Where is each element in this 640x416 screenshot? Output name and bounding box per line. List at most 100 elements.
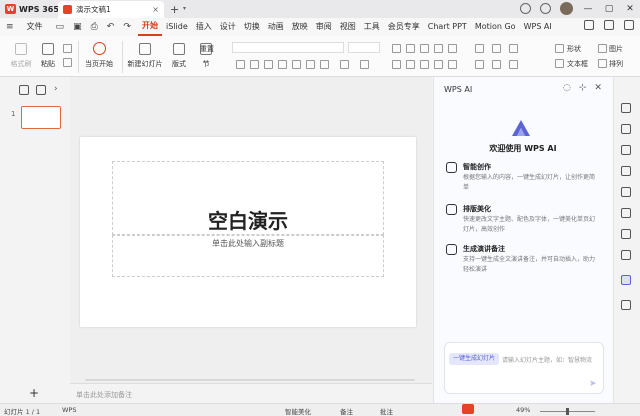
menu-animation[interactable]: 动画 bbox=[264, 19, 288, 35]
menu-icon[interactable]: ≡ bbox=[6, 22, 14, 32]
clear-format-icon[interactable] bbox=[340, 60, 349, 69]
menu-file[interactable]: 文件 bbox=[23, 19, 47, 35]
font-family-select[interactable] bbox=[232, 42, 344, 53]
new-slide-button[interactable]: 新建幻灯片 bbox=[126, 43, 164, 69]
copy-icon[interactable] bbox=[63, 58, 72, 67]
smartart-icon[interactable] bbox=[475, 60, 484, 69]
menu-member[interactable]: 会员专享 bbox=[384, 19, 424, 35]
ai-prompt-input[interactable]: 请输入幻灯片主题，如：智慧物流 bbox=[502, 355, 600, 364]
help-icon[interactable] bbox=[621, 250, 631, 260]
menu-design[interactable]: 设计 bbox=[216, 19, 240, 35]
cloud-icon[interactable] bbox=[584, 20, 594, 30]
history-icon[interactable] bbox=[520, 3, 531, 14]
text-effect-icon[interactable] bbox=[509, 60, 518, 69]
animation-icon[interactable] bbox=[621, 166, 631, 176]
skin-icon[interactable] bbox=[540, 3, 551, 14]
document-tab[interactable]: 演示文稿1 × bbox=[58, 1, 164, 18]
notes-button[interactable]: 备注 bbox=[340, 406, 353, 416]
slide-title[interactable]: 空白演示 bbox=[80, 205, 416, 234]
zoom-level[interactable]: 49% bbox=[516, 406, 530, 414]
slide-thumbnail[interactable] bbox=[21, 106, 61, 129]
italic-icon[interactable] bbox=[250, 60, 259, 69]
format-painter-button[interactable]: 格式刷 bbox=[8, 43, 34, 69]
bold-icon[interactable] bbox=[236, 60, 245, 69]
text-direction-icon[interactable] bbox=[475, 44, 484, 53]
chevron-right-icon[interactable]: › bbox=[54, 84, 58, 94]
layout-button[interactable]: 版式 bbox=[168, 43, 190, 69]
slide-subtitle[interactable]: 单击此处输入副标题 bbox=[80, 238, 416, 249]
font-size-select[interactable] bbox=[348, 42, 380, 53]
wps-ai-rail-icon[interactable] bbox=[621, 275, 631, 285]
chat-icon[interactable]: ◌ bbox=[563, 83, 571, 93]
font-color-icon[interactable] bbox=[320, 60, 329, 69]
maximize-button[interactable]: ▢ bbox=[603, 4, 615, 14]
close-icon[interactable]: ✕ bbox=[594, 83, 602, 93]
ai-prompt-box[interactable] bbox=[444, 342, 604, 394]
menu-tools[interactable]: 工具 bbox=[360, 19, 384, 35]
settings-icon[interactable] bbox=[621, 103, 631, 113]
paste-button[interactable]: 粘贴 bbox=[37, 43, 59, 69]
redo-icon[interactable]: ↷ bbox=[123, 22, 131, 32]
chevron-down-icon[interactable]: ▾ bbox=[183, 5, 186, 12]
save-icon[interactable]: ▣ bbox=[73, 22, 82, 32]
menu-home[interactable]: 开始 bbox=[138, 18, 162, 36]
horizontal-scrollbar[interactable] bbox=[85, 379, 415, 381]
outline-view-icon[interactable] bbox=[19, 85, 29, 95]
line-spacing-icon[interactable] bbox=[448, 44, 457, 53]
pin-icon[interactable]: ⊹ bbox=[579, 83, 587, 93]
translate-icon[interactable] bbox=[621, 208, 631, 218]
ai-panel-title[interactable]: WPS AI bbox=[444, 85, 472, 94]
notes-placeholder[interactable]: 单击此处添加备注 bbox=[76, 390, 132, 400]
properties-icon[interactable] bbox=[621, 145, 631, 155]
menu-insert[interactable]: 插入 bbox=[192, 19, 216, 35]
play-current-button[interactable]: 当页开始 bbox=[82, 42, 116, 69]
textbox-button[interactable]: 文本框 bbox=[567, 59, 588, 69]
slideshow-play-button[interactable] bbox=[462, 404, 474, 414]
align-text-icon[interactable] bbox=[492, 44, 501, 53]
menu-islide[interactable]: iSlide bbox=[162, 19, 192, 35]
columns-icon[interactable] bbox=[509, 44, 518, 53]
close-window-button[interactable]: ✕ bbox=[624, 4, 636, 14]
undo-icon[interactable]: ↶ bbox=[107, 22, 115, 32]
thumbnail-view-icon[interactable] bbox=[36, 85, 46, 95]
clip-icon[interactable] bbox=[621, 229, 631, 239]
align-center-icon[interactable] bbox=[406, 60, 415, 69]
generate-slides-chip[interactable]: 一键生成幻灯片 bbox=[449, 353, 500, 365]
shape-button[interactable]: 形状 bbox=[567, 44, 581, 54]
zoom-slider-handle[interactable] bbox=[566, 408, 569, 415]
avatar[interactable] bbox=[560, 2, 573, 15]
comments-button[interactable]: 批注 bbox=[380, 406, 393, 416]
strikethrough-icon[interactable] bbox=[278, 60, 287, 69]
align-right-icon[interactable] bbox=[420, 60, 429, 69]
menu-review[interactable]: 审阅 bbox=[312, 19, 336, 35]
outdent-icon[interactable] bbox=[434, 44, 443, 53]
picture-button[interactable]: 图片 bbox=[609, 44, 623, 54]
numbered-list-icon[interactable] bbox=[406, 44, 415, 53]
menu-chartppt[interactable]: Chart PPT bbox=[424, 19, 471, 35]
superscript-icon[interactable] bbox=[306, 60, 315, 69]
indent-icon[interactable] bbox=[420, 44, 429, 53]
highlight-icon[interactable] bbox=[360, 60, 369, 69]
underline-icon[interactable] bbox=[264, 60, 273, 69]
minimize-button[interactable]: — bbox=[582, 4, 594, 14]
menu-motiongo[interactable]: Motion Go bbox=[471, 19, 520, 35]
shadow-icon[interactable] bbox=[292, 60, 301, 69]
menu-slideshow[interactable]: 放映 bbox=[288, 19, 312, 35]
send-icon[interactable]: ➤ bbox=[589, 379, 597, 389]
select-icon[interactable] bbox=[621, 124, 631, 134]
align-left-icon[interactable] bbox=[392, 60, 401, 69]
justify-icon[interactable] bbox=[434, 60, 443, 69]
convert-icon[interactable] bbox=[492, 60, 501, 69]
arrange-button[interactable]: 排列 bbox=[609, 59, 623, 69]
menu-transition[interactable]: 切换 bbox=[240, 19, 264, 35]
distribute-icon[interactable] bbox=[448, 60, 457, 69]
share-icon[interactable] bbox=[624, 20, 634, 30]
open-icon[interactable]: ▭ bbox=[56, 22, 65, 32]
print-icon[interactable]: ⎙ bbox=[91, 22, 98, 32]
collaborate-icon[interactable] bbox=[604, 20, 614, 30]
add-slide-button[interactable]: + bbox=[29, 386, 39, 400]
close-tab-button[interactable]: × bbox=[152, 5, 159, 14]
bullet-list-icon[interactable] bbox=[392, 44, 401, 53]
menu-view[interactable]: 视图 bbox=[336, 19, 360, 35]
beautify-button[interactable]: 智能美化 bbox=[285, 406, 311, 416]
